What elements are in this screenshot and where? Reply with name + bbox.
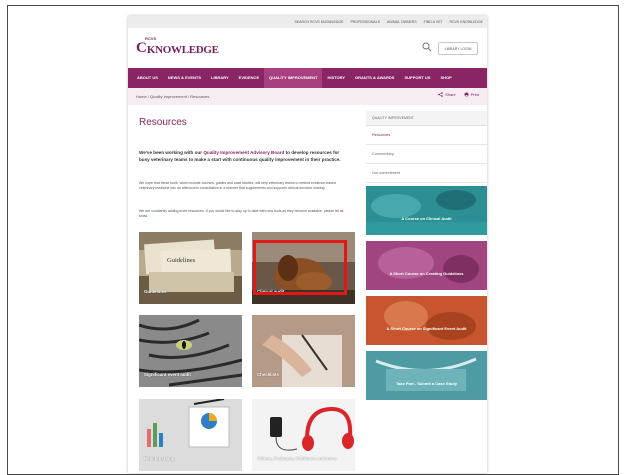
- nav-item-shop[interactable]: Shop: [435, 68, 456, 88]
- main-nav: About us News & Events Library Evidence …: [128, 68, 487, 88]
- nav-item-about[interactable]: About us: [132, 68, 163, 88]
- tile-significant-event-audit[interactable]: Significant event audit: [139, 315, 242, 387]
- intro-paragraph: We hope that these tools, which include …: [139, 181, 336, 190]
- breadcrumb[interactable]: Home / Quality Improvement / Resources: [136, 94, 209, 99]
- stethoscope-image: [366, 351, 487, 400]
- utility-link[interactable]: Find a vet: [424, 20, 443, 24]
- advisory-board-link[interactable]: Quality Improvement Advisory Board: [203, 150, 284, 155]
- tile-label: Significant event audit: [144, 371, 191, 377]
- logo[interactable]: RCVS C KNOWLEDGE: [136, 36, 219, 56]
- logo-text: KNOWLEDGE: [146, 44, 219, 56]
- sidebar-item-resources[interactable]: Resources: [366, 126, 487, 145]
- lead-paragraph: We've been working with our Quality Impr…: [139, 150, 341, 162]
- share-icon: [438, 92, 443, 97]
- search-icon[interactable]: [422, 42, 432, 52]
- tile-videos-podcasts[interactable]: Videos, Podcasts, Webinars and more: [252, 399, 355, 471]
- promo-guidelines-course[interactable]: A Short Course on Creating Guidelines: [366, 241, 487, 290]
- tile-label: Checklists: [257, 371, 279, 377]
- highlight-box: [253, 240, 347, 295]
- nav-item-news[interactable]: News & Events: [163, 68, 206, 88]
- nav-item-grants[interactable]: Grants & Awards: [350, 68, 399, 88]
- nav-item-evidence[interactable]: Evidence: [234, 68, 264, 88]
- tile-label: Videos, Podcasts, Webinars and more: [257, 455, 337, 461]
- tile-label: Guidelines: [144, 288, 167, 294]
- utility-bar: Search RCVS Knowledge Professionals Anim…: [128, 16, 487, 28]
- share-button[interactable]: Share: [438, 92, 456, 97]
- promo-label: A Short Course on Creating Guidelines: [389, 271, 464, 276]
- tile-card-text: Guidelines: [167, 257, 196, 264]
- tile-checklists[interactable]: Checklists: [252, 315, 355, 387]
- tile-benchmarking[interactable]: Benchmarking: [139, 399, 242, 471]
- print-icon: [464, 92, 469, 97]
- sidebar-item-commitment[interactable]: Our commitment: [366, 164, 487, 183]
- promo-significant-event-course[interactable]: A Short Course on Significant Event Audi…: [366, 296, 487, 345]
- nav-item-library[interactable]: Library: [206, 68, 234, 88]
- update-paragraph: We are constantly adding more resources.…: [139, 209, 344, 218]
- tile-guidelines[interactable]: Guidelines Guidelines: [139, 232, 242, 304]
- page-title: Resources: [139, 117, 187, 128]
- breadcrumb-bar: Home / Quality Improvement / Resources S…: [128, 88, 487, 105]
- library-login-button[interactable]: Library login: [438, 42, 478, 55]
- tile-label: Benchmarking: [144, 455, 175, 461]
- promo-case-study[interactable]: Take Part - Submit a Case Study: [366, 351, 487, 400]
- utility-link[interactable]: RCVS Knowledge: [450, 20, 483, 24]
- utility-link[interactable]: Search RCVS Knowledge: [294, 20, 343, 24]
- sidebar-item-commentary[interactable]: Commentary: [366, 145, 487, 164]
- nav-item-history[interactable]: History: [322, 68, 350, 88]
- sidebar-nav: Quality Improvement Resources Commentary…: [366, 111, 487, 183]
- logo-prefix: RCVS: [145, 36, 157, 41]
- utility-link[interactable]: Professionals: [350, 20, 380, 24]
- surgery-image: [366, 186, 487, 235]
- promo-label: A Course on Clinical Audit: [401, 216, 452, 221]
- nav-item-quality-improvement[interactable]: Quality Improvement: [264, 68, 323, 88]
- promo-label: Take Part - Submit a Case Study: [395, 381, 458, 386]
- promo-label: A Short Course on Significant Event Audi…: [386, 326, 467, 331]
- sidebar-heading: Quality Improvement: [366, 111, 487, 126]
- site-header: RCVS C KNOWLEDGE Library login: [128, 28, 487, 68]
- promo-clinical-audit-course[interactable]: A Course on Clinical Audit: [366, 186, 487, 235]
- nav-item-support[interactable]: Support us: [399, 68, 435, 88]
- utility-link[interactable]: Animal owners: [387, 20, 417, 24]
- horse-image: [366, 241, 487, 290]
- puppy-image: [366, 296, 487, 345]
- print-button[interactable]: Print: [464, 92, 479, 97]
